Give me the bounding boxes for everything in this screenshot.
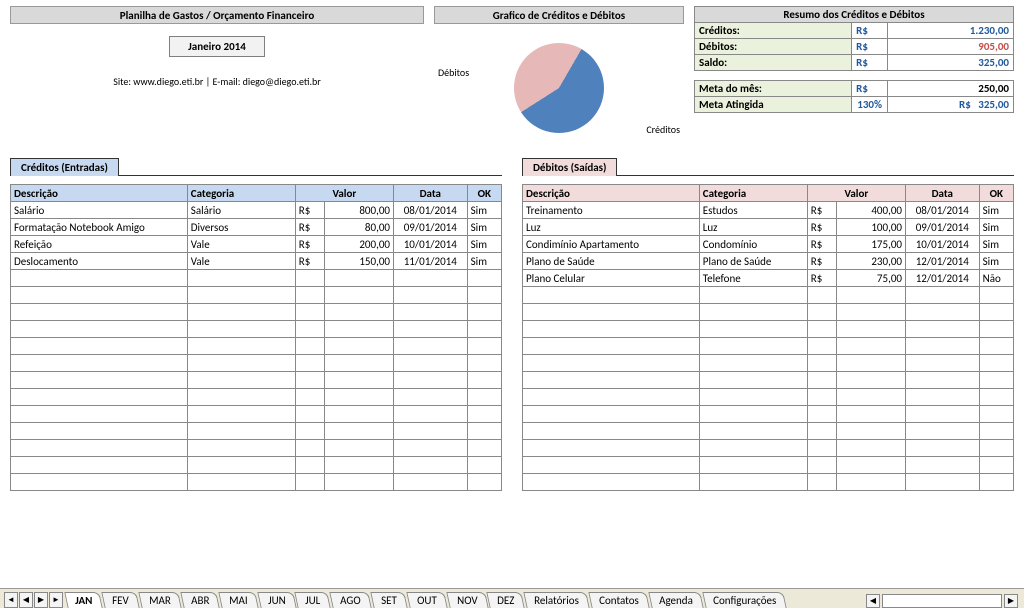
col-ok: OK xyxy=(467,185,501,202)
credits-section-tab: Créditos (Entradas) xyxy=(10,158,119,176)
col-cat: Categoria xyxy=(699,185,807,202)
table-row[interactable] xyxy=(523,440,1014,457)
hscroll-track[interactable] xyxy=(882,594,1002,608)
credits-table[interactable]: Descrição Categoria Valor Data OK Salári… xyxy=(10,184,502,491)
sheet-tab-bar: ◄ ◀ ▶ ► JANFEVMARABRMAIJUNJULAGOSETOUTNO… xyxy=(0,588,1024,608)
summary-ccy: R$ xyxy=(852,39,888,55)
sheet-tab-dez[interactable]: DEZ xyxy=(486,592,525,608)
chart-title: Grafico de Créditos e Débitos xyxy=(434,6,684,24)
summary-table: Resumo dos Créditos e Débitos Créditos:R… xyxy=(694,6,1014,113)
table-row[interactable] xyxy=(11,406,502,423)
table-row[interactable]: SalárioSalárioR$800,0008/01/2014Sim xyxy=(11,202,502,219)
table-row[interactable]: Formatação Notebook AmigoDiversosR$80,00… xyxy=(11,219,502,236)
meta-label: Meta do mês: xyxy=(695,81,852,97)
col-cat: Categoria xyxy=(187,185,295,202)
summary-label: Débitos: xyxy=(695,39,852,55)
month-box: Janeiro 2014 xyxy=(169,36,265,57)
sheet-tab-out[interactable]: OUT xyxy=(406,592,447,608)
meta-atingida-val: R$ 325,00 xyxy=(888,97,1014,113)
pie-label-debitos: Débitos xyxy=(438,66,469,79)
table-row[interactable] xyxy=(11,457,502,474)
sheet-tab-configurações[interactable]: Configurações xyxy=(702,592,787,608)
table-row[interactable] xyxy=(523,406,1014,423)
tab-nav-first[interactable]: ◄ xyxy=(4,592,18,608)
pie-label-creditos: Créditos xyxy=(646,123,680,136)
hscroll-right[interactable]: ▶ xyxy=(1004,594,1018,608)
summary-title: Resumo dos Créditos e Débitos xyxy=(695,7,1014,23)
table-row[interactable] xyxy=(11,287,502,304)
sheet-tab-mai[interactable]: MAI xyxy=(218,592,258,608)
table-row[interactable] xyxy=(523,423,1014,440)
col-desc: Descrição xyxy=(11,185,188,202)
sheet-tab-agenda[interactable]: Agenda xyxy=(648,592,703,608)
tab-nav-next[interactable]: ▶ xyxy=(34,592,48,608)
summary-ccy: R$ xyxy=(852,55,888,71)
table-row[interactable] xyxy=(523,372,1014,389)
site-info: Site: www.diego.eti.br | E-mail: diego@d… xyxy=(10,75,424,88)
pie-graphic xyxy=(514,43,604,133)
sheet-tab-ago[interactable]: AGO xyxy=(330,592,372,608)
table-row[interactable]: Plano de SaúdePlano de SaúdeR$230,0012/0… xyxy=(523,253,1014,270)
sheet-tab-mar[interactable]: MAR xyxy=(138,592,181,608)
col-date: Data xyxy=(905,185,979,202)
debits-table[interactable]: Descrição Categoria Valor Data OK Treina… xyxy=(522,184,1014,491)
summary-value: 905,00 xyxy=(888,39,1014,55)
table-row[interactable] xyxy=(11,338,502,355)
meta-ccy: R$ xyxy=(852,81,888,97)
summary-value: 1.230,00 xyxy=(888,23,1014,39)
table-row[interactable] xyxy=(11,423,502,440)
sheet-tab-abr[interactable]: ABR xyxy=(180,592,220,608)
table-row[interactable] xyxy=(11,270,502,287)
sheet-tab-set[interactable]: SET xyxy=(370,592,407,608)
col-val: Valor xyxy=(807,185,905,202)
meta-atingida-label: Meta Atingida xyxy=(695,97,852,113)
table-row[interactable] xyxy=(11,474,502,491)
tab-nav-last[interactable]: ► xyxy=(49,592,63,608)
table-row[interactable] xyxy=(523,304,1014,321)
page-title: Planilha de Gastos / Orçamento Financeir… xyxy=(10,6,424,24)
table-row[interactable] xyxy=(523,389,1014,406)
meta-value: 250,00 xyxy=(888,81,1014,97)
col-ok: OK xyxy=(979,185,1013,202)
pie-chart: Débitos Créditos xyxy=(434,28,684,148)
col-desc: Descrição xyxy=(523,185,700,202)
sheet-tab-fev[interactable]: FEV xyxy=(102,592,140,608)
table-row[interactable] xyxy=(523,457,1014,474)
table-row[interactable]: TreinamentoEstudosR$400,0008/01/2014Sim xyxy=(523,202,1014,219)
table-row[interactable] xyxy=(11,440,502,457)
meta-atingida-pct: 130% xyxy=(852,97,888,113)
table-row[interactable] xyxy=(11,304,502,321)
table-row[interactable]: Plano CelularTelefoneR$75,0012/01/2014Nã… xyxy=(523,270,1014,287)
debits-section-tab: Débitos (Saídas) xyxy=(522,158,617,176)
sheet-tab-jun[interactable]: JUN xyxy=(257,592,296,608)
table-row[interactable]: RefeiçãoValeR$200,0010/01/2014Sim xyxy=(11,236,502,253)
table-row[interactable] xyxy=(523,338,1014,355)
summary-value: 325,00 xyxy=(888,55,1014,71)
table-row[interactable]: LuzLuzR$100,0009/01/2014Sim xyxy=(523,219,1014,236)
summary-label: Saldo: xyxy=(695,55,852,71)
tab-nav-prev[interactable]: ◀ xyxy=(19,592,33,608)
hscroll-left[interactable]: ◀ xyxy=(866,594,880,608)
table-row[interactable] xyxy=(523,474,1014,491)
sheet-tab-nov[interactable]: NOV xyxy=(446,592,488,608)
summary-label: Créditos: xyxy=(695,23,852,39)
table-row[interactable] xyxy=(11,321,502,338)
table-row[interactable] xyxy=(523,355,1014,372)
sheet-tab-jul[interactable]: JUL xyxy=(295,592,332,608)
col-date: Data xyxy=(393,185,467,202)
table-row[interactable] xyxy=(523,287,1014,304)
table-row[interactable] xyxy=(523,321,1014,338)
table-row[interactable]: DeslocamentoValeR$150,0011/01/2014Sim xyxy=(11,253,502,270)
sheet-tab-relatórios[interactable]: Relatórios xyxy=(524,592,590,608)
table-row[interactable]: Condimínio ApartamentoCondomínioR$175,00… xyxy=(523,236,1014,253)
table-row[interactable] xyxy=(11,355,502,372)
table-row[interactable] xyxy=(11,389,502,406)
sheet-tab-jan[interactable]: JAN xyxy=(64,592,103,608)
table-row[interactable] xyxy=(11,372,502,389)
col-val: Valor xyxy=(295,185,393,202)
summary-ccy: R$ xyxy=(852,23,888,39)
sheet-tab-contatos[interactable]: Contatos xyxy=(588,592,649,608)
